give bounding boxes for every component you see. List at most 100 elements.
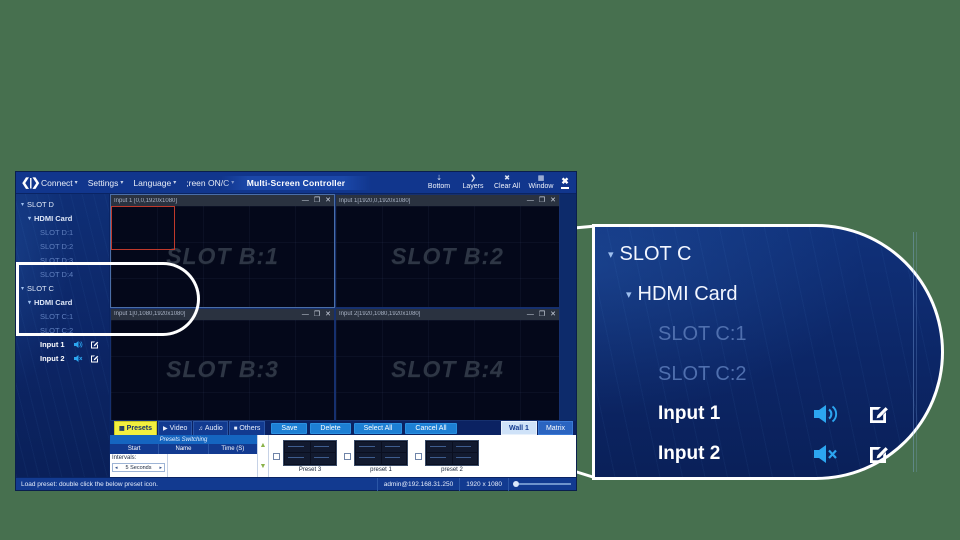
twisty-icon[interactable]: ▾ — [21, 285, 24, 292]
wall-tab-matrix[interactable]: Matrix — [537, 421, 573, 435]
preset-item[interactable]: Preset 3 — [273, 439, 337, 473]
tab-presets[interactable]: ▦ Presets — [114, 421, 157, 435]
tab-video[interactable]: ▶ Video — [157, 421, 193, 435]
preset-thumbnail-image[interactable] — [283, 439, 337, 466]
magnified-item-slot-c2[interactable]: SLOT C:2 — [606, 354, 904, 394]
preset-checkbox[interactable] — [344, 452, 351, 460]
presets-table-empty-area[interactable] — [168, 454, 257, 477]
edit-icon[interactable] — [868, 403, 890, 425]
twisty-icon[interactable]: ▾ — [626, 288, 632, 301]
sidebar-item-slot-d3[interactable]: SLOT D:3 — [16, 253, 109, 267]
arrow-up-icon[interactable]: ▲ — [260, 442, 267, 449]
arrow-down-icon[interactable]: ▼ — [260, 463, 267, 470]
video-window-canvas[interactable]: SLOT B:3 — [111, 319, 334, 420]
video-window-canvas[interactable]: SLOT B:1 — [111, 206, 334, 307]
video-window-2[interactable]: Input 1[1920,0,1920x1080] — ❐ ✕ SLOT B:2 — [335, 194, 560, 308]
close-icon[interactable]: ✕ — [550, 197, 556, 204]
twisty-icon[interactable]: ▾ — [21, 201, 24, 208]
edit-icon[interactable] — [868, 443, 890, 465]
video-window-canvas[interactable]: SLOT B:4 — [336, 319, 559, 420]
video-window-canvas[interactable]: SLOT B:2 — [336, 206, 559, 307]
sidebar-item-hdmi-card-d[interactable]: ▾ HDMI Card — [16, 211, 109, 225]
audio-icon: ♫ — [198, 425, 203, 432]
twisty-icon[interactable]: ▾ — [28, 215, 31, 222]
interval-stepper[interactable]: ◂ 5 Seconds ▸ — [112, 463, 165, 472]
window-controls[interactable]: ✖ — [558, 172, 572, 194]
preset-checkbox[interactable] — [273, 452, 280, 460]
tab-others[interactable]: ■ Others — [228, 421, 266, 435]
minimize-icon[interactable]: — — [302, 311, 309, 318]
twisty-icon[interactable]: ▾ — [28, 299, 31, 306]
restore-icon[interactable]: ❐ — [539, 197, 545, 204]
stepper-left-icon[interactable]: ◂ — [115, 465, 118, 471]
zoom-slider-track[interactable] — [519, 483, 571, 485]
speaker-on-icon[interactable] — [812, 403, 838, 425]
restore-icon[interactable]: ❐ — [314, 311, 320, 318]
video-wall-canvas[interactable]: Input 1 [0,0,1920x1080] — ❐ ✕ SLOT B:1 I… — [110, 194, 576, 421]
sidebar-item-slot-d4[interactable]: SLOT D:4 — [16, 267, 109, 281]
minimize-icon[interactable]: — — [302, 197, 309, 204]
minimize-icon[interactable]: — — [527, 197, 534, 204]
column-header-start[interactable]: Start — [110, 444, 160, 454]
sidebar-item-slot-d2[interactable]: SLOT D:2 — [16, 239, 109, 253]
close-icon[interactable]: ✕ — [550, 311, 556, 318]
column-header-name[interactable]: Name — [159, 444, 209, 454]
restore-icon[interactable]: ❐ — [539, 311, 545, 318]
preset-thumbnail-image[interactable] — [354, 439, 408, 466]
sidebar-item-slot-c[interactable]: ▾ SLOT C — [16, 281, 109, 295]
cancel-all-button[interactable]: Cancel All — [405, 422, 457, 434]
edit-icon[interactable] — [90, 340, 99, 349]
tool-button-clear-all[interactable]: ✖ Clear All — [490, 172, 524, 194]
twisty-icon[interactable]: ▾ — [608, 248, 614, 261]
minimize-icon[interactable] — [561, 187, 569, 189]
minimize-icon[interactable]: — — [527, 311, 534, 318]
column-header-time[interactable]: Time (S) — [209, 444, 257, 454]
sidebar-item-input-1[interactable]: Input 1 — [16, 337, 109, 351]
preset-item[interactable]: preset 1 — [344, 439, 408, 473]
sidebar-item-input-2[interactable]: Input 2 — [16, 351, 109, 365]
menu-item-language[interactable]: Language ▾ — [129, 176, 180, 190]
menu-item-settings[interactable]: Settings ▾ — [84, 176, 128, 190]
speaker-muted-icon[interactable] — [812, 443, 838, 465]
video-window-label: SLOT B:2 — [391, 242, 504, 269]
restore-icon[interactable]: ❐ — [314, 197, 320, 204]
wall-tab-wall-1[interactable]: Wall 1 — [500, 421, 537, 435]
edit-icon[interactable] — [90, 354, 99, 363]
magnified-item-slot-c1[interactable]: SLOT C:1 — [606, 314, 904, 354]
close-icon[interactable]: ✖ — [561, 177, 569, 186]
close-icon[interactable]: ✕ — [325, 311, 331, 318]
delete-button[interactable]: Delete — [310, 422, 351, 434]
speaker-on-icon[interactable] — [73, 340, 83, 349]
save-button[interactable]: Save — [271, 422, 308, 434]
preset-thumbnail-image[interactable] — [425, 439, 479, 466]
speaker-muted-icon[interactable] — [73, 354, 83, 363]
select-all-button[interactable]: Select All — [353, 422, 403, 434]
magnified-item-input-1[interactable]: Input 1 — [606, 394, 904, 434]
magnified-item-hdmi-card[interactable]: ▾ HDMI Card — [606, 274, 904, 314]
device-tree-sidebar[interactable]: ▾ SLOT D ▾ HDMI Card SLOT D:1 SLOT D:2 S… — [16, 194, 110, 477]
tool-button-bottom[interactable]: ⇣ Bottom — [422, 172, 456, 194]
stepper-right-icon[interactable]: ▸ — [159, 465, 162, 471]
status-user: admin@192.168.31.250 — [376, 477, 460, 491]
magnified-item-label: SLOT C — [619, 242, 692, 265]
video-window-3[interactable]: Input 1[0,1080,1920x1080] — ❐ ✕ SLOT B:3 — [110, 307, 335, 421]
sidebar-item-slot-d[interactable]: ▾ SLOT D — [16, 197, 109, 211]
tool-button-window[interactable]: ▦ Window — [524, 172, 558, 194]
sidebar-item-slot-c1[interactable]: SLOT C:1 — [16, 309, 109, 323]
menu-item-connect[interactable]: Connect ▾ — [37, 176, 82, 190]
video-window-4[interactable]: Input 2[1920,1080,1920x1080] — ❐ ✕ SLOT … — [335, 307, 560, 421]
sidebar-item-hdmi-card-c[interactable]: ▾ HDMI Card — [16, 295, 109, 309]
sidebar-item-slot-d1[interactable]: SLOT D:1 — [16, 225, 109, 239]
menu-item-screen-onoff[interactable]: ;reen ON/C ▾ — [182, 176, 238, 190]
zoom-slider[interactable] — [508, 477, 576, 491]
magnified-item-input-2[interactable]: Input 2 — [606, 434, 904, 474]
chevron-down-icon: ▾ — [74, 180, 78, 186]
close-icon[interactable]: ✕ — [325, 197, 331, 204]
magnified-item-slot-c[interactable]: ▾ SLOT C — [606, 234, 904, 274]
preset-item[interactable]: preset 2 — [415, 439, 479, 473]
preset-checkbox[interactable] — [415, 452, 422, 460]
sidebar-item-slot-c2[interactable]: SLOT C:2 — [16, 323, 109, 337]
tab-audio[interactable]: ♫ Audio — [193, 421, 228, 435]
tool-button-layers[interactable]: ❯ Layers — [456, 172, 490, 194]
video-window-1[interactable]: Input 1 [0,0,1920x1080] — ❐ ✕ SLOT B:1 — [110, 194, 335, 308]
